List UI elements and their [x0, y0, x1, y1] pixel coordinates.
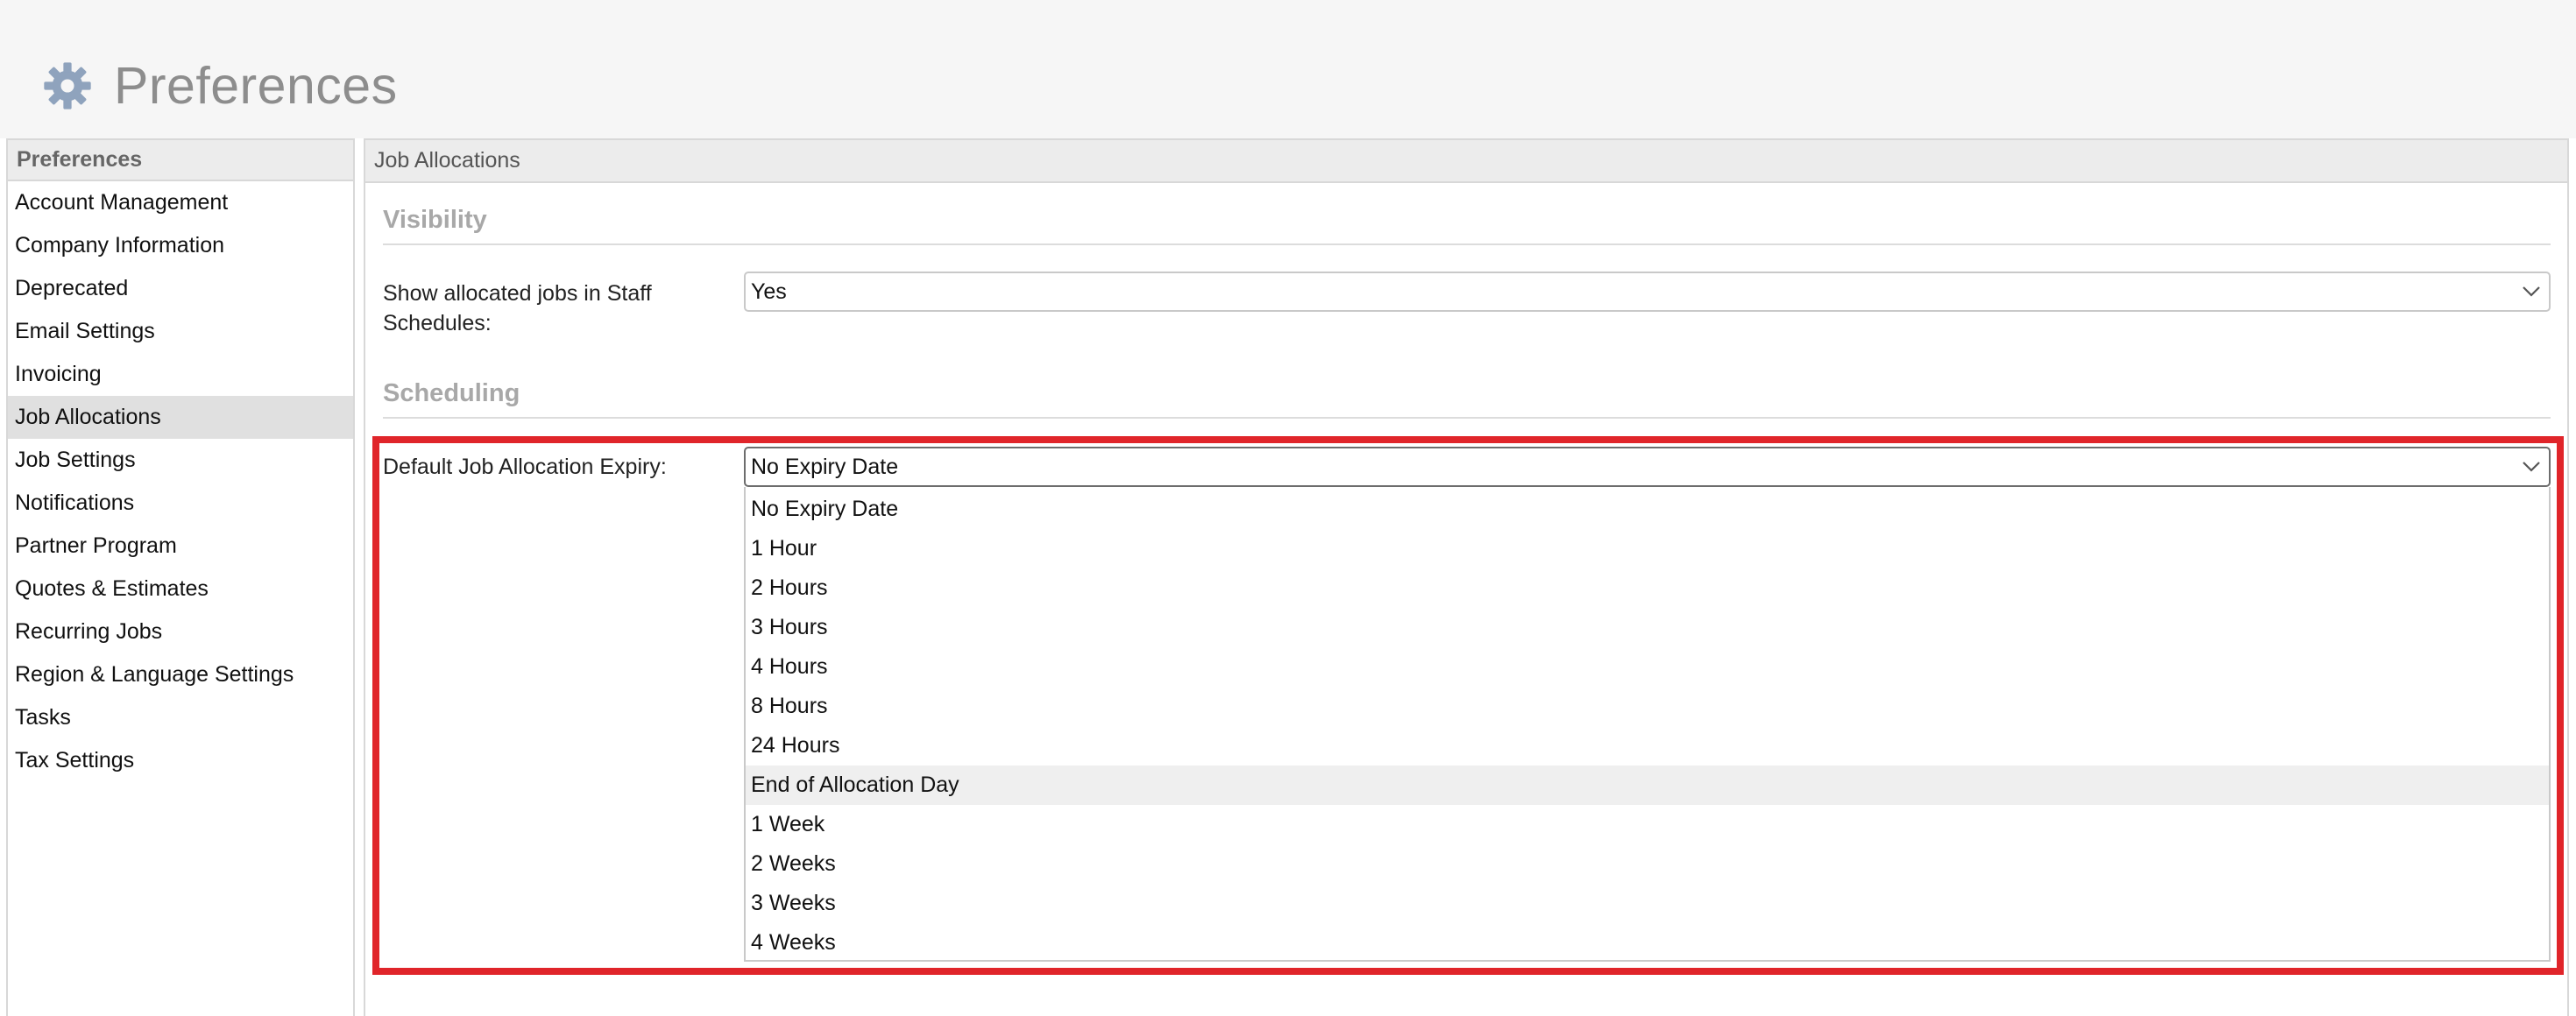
- expiry-option-4-hours[interactable]: 4 Hours: [746, 647, 2549, 687]
- preferences-page: Preferences Preferences Account Manageme…: [0, 0, 2576, 1016]
- expiry-option-2-weeks[interactable]: 2 Weeks: [746, 844, 2549, 884]
- expiry-option-4-weeks[interactable]: 4 Weeks: [746, 923, 2549, 963]
- scheduling-divider: [383, 417, 2551, 419]
- sidebar-item-quotes-estimates[interactable]: Quotes & Estimates: [8, 568, 353, 610]
- sidebar-item-deprecated[interactable]: Deprecated: [8, 267, 353, 310]
- expiry-option-2-hours[interactable]: 2 Hours: [746, 568, 2549, 608]
- job-allocations-panel: Job Allocations Visibility Show allocate…: [364, 138, 2569, 1016]
- sidebar-item-invoicing[interactable]: Invoicing: [8, 353, 353, 396]
- page-header: Preferences: [0, 0, 2576, 138]
- page-title-group: Preferences: [42, 49, 398, 123]
- sidebar-header: Preferences: [8, 140, 353, 181]
- show-allocated-jobs-label: Show allocated jobs in Staff Schedules:: [383, 281, 652, 335]
- preferences-sidebar: Preferences Account Management Company I…: [6, 138, 355, 1016]
- sidebar-item-recurring-jobs[interactable]: Recurring Jobs: [8, 610, 353, 653]
- expiry-option-24-hours[interactable]: 24 Hours: [746, 726, 2549, 766]
- sidebar-item-region-language-settings[interactable]: Region & Language Settings: [8, 653, 353, 696]
- expiry-select[interactable]: No Expiry Date: [744, 447, 2551, 487]
- show-allocated-jobs-value: Yes: [751, 279, 787, 304]
- sidebar-list: Account Management Company Information D…: [8, 181, 353, 782]
- sidebar-item-notifications[interactable]: Notifications: [8, 482, 353, 525]
- expiry-option-3-weeks[interactable]: 3 Weeks: [746, 884, 2549, 923]
- expiry-label: Default Job Allocation Expiry:: [383, 455, 667, 479]
- expiry-dropdown-list: No Expiry Date 1 Hour 2 Hours 3 Hours 4 …: [744, 487, 2551, 962]
- expiry-option-1-week[interactable]: 1 Week: [746, 805, 2549, 844]
- sidebar-item-partner-program[interactable]: Partner Program: [8, 525, 353, 568]
- sidebar-item-email-settings[interactable]: Email Settings: [8, 310, 353, 353]
- panel-header: Job Allocations: [365, 140, 2567, 183]
- show-allocated-jobs-select[interactable]: Yes: [744, 272, 2551, 312]
- expiry-option-8-hours[interactable]: 8 Hours: [746, 687, 2549, 726]
- expiry-option-3-hours[interactable]: 3 Hours: [746, 608, 2549, 647]
- gear-icon: [42, 60, 93, 111]
- expiry-option-end-of-allocation-day[interactable]: End of Allocation Day: [746, 766, 2549, 805]
- sidebar-item-tax-settings[interactable]: Tax Settings: [8, 739, 353, 782]
- sidebar-item-tasks[interactable]: Tasks: [8, 696, 353, 739]
- expiry-option-no-expiry-date[interactable]: No Expiry Date: [746, 490, 2549, 529]
- chevron-down-icon[interactable]: [2514, 448, 2549, 485]
- scheduling-section-title: Scheduling: [383, 379, 520, 407]
- expiry-option-1-hour[interactable]: 1 Hour: [746, 529, 2549, 568]
- expiry-selected-value: No Expiry Date: [751, 454, 899, 479]
- sidebar-item-job-settings[interactable]: Job Settings: [8, 439, 353, 482]
- chevron-down-icon[interactable]: [2514, 273, 2549, 310]
- page-title: Preferences: [114, 57, 398, 115]
- sidebar-item-account-management[interactable]: Account Management: [8, 181, 353, 224]
- visibility-divider: [383, 243, 2551, 245]
- sidebar-item-company-information[interactable]: Company Information: [8, 224, 353, 267]
- visibility-section-title: Visibility: [383, 206, 487, 234]
- sidebar-item-job-allocations[interactable]: Job Allocations: [8, 396, 353, 439]
